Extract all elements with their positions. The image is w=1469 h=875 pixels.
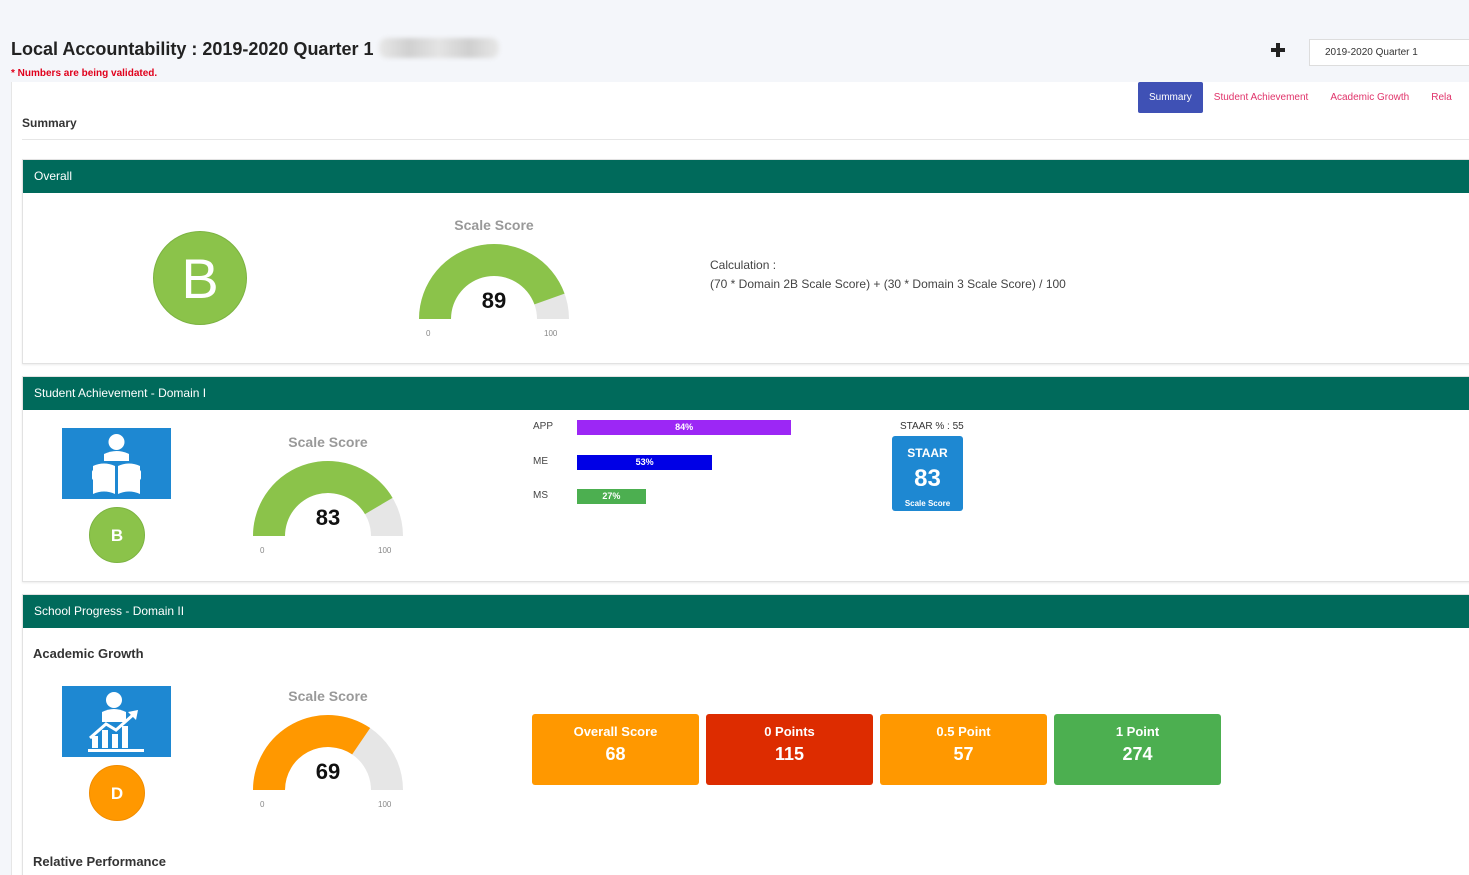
divider (22, 139, 1469, 140)
student-achievement-gauge: Scale Score 83 0 100 (248, 434, 408, 564)
score-box-value: 57 (953, 744, 974, 764)
relative-performance-heading: Relative Performance (33, 854, 166, 869)
calculation-label: Calculation : (710, 258, 777, 272)
gauge-min: 0 (260, 800, 265, 809)
gauge-title: Scale Score (454, 217, 534, 233)
gauge-min: 0 (260, 546, 265, 555)
validation-note: * Numbers are being validated. (11, 68, 158, 79)
bar-label-app: APP (533, 421, 554, 432)
score-box-value: 274 (1122, 744, 1153, 764)
bar-me: 53% (577, 455, 713, 470)
score-box-label: Overall Score (573, 724, 658, 739)
bar-label-ms: MS (533, 490, 548, 501)
gauge-max: 100 (378, 800, 392, 809)
staar-label: STAAR (907, 446, 948, 460)
bar-ms: 27% (577, 489, 646, 504)
zero-points-box: 0 Points 115 (706, 714, 873, 785)
academic-growth-grade-badge: D (89, 765, 145, 821)
gauge-title: Scale Score (288, 688, 368, 704)
gauge-max: 100 (378, 546, 392, 555)
gauge-title: Scale Score (288, 434, 368, 450)
score-box-value: 115 (774, 744, 805, 764)
tab-summary[interactable]: Summary (1138, 82, 1203, 113)
growth-chart-icon (62, 686, 171, 757)
tab-student-achievement[interactable]: Student Achievement (1203, 82, 1320, 113)
score-box-label: 1 Point (1115, 724, 1160, 739)
bar-app: 84% (577, 420, 792, 435)
gauge-value: 69 (315, 759, 341, 784)
page-title: Local Accountability : 2019-2020 Quarter… (11, 38, 500, 60)
academic-growth-gauge: Scale Score 69 0 100 (248, 688, 408, 818)
school-progress-header: School Progress - Domain II (23, 595, 1469, 628)
tab-academic-growth[interactable]: Academic Growth (1319, 82, 1420, 113)
staar-percent: STAAR % : 55 (900, 421, 964, 432)
gauge-value: 89 (481, 288, 507, 313)
tab-bar: Summary Student Achievement Academic Gro… (1138, 82, 1463, 113)
half-point-box: 0.5 Point 57 (880, 714, 1047, 785)
academic-growth-heading: Academic Growth (33, 646, 144, 661)
gauge-value: 83 (315, 505, 341, 530)
staar-score-box: STAAR 83 Scale Score (892, 436, 963, 511)
summary-heading: Summary (22, 116, 77, 130)
plus-icon[interactable] (1266, 38, 1290, 62)
top-bar: Local Accountability : 2019-2020 Quarter… (0, 0, 1469, 82)
page-title-text: Local Accountability : 2019-2020 Quarter… (11, 39, 374, 59)
student-achievement-grade-badge: B (89, 507, 145, 563)
overall-grade-badge: B (153, 231, 247, 325)
overall-gauge: Scale Score 89 0 100 (414, 217, 574, 347)
score-box-label: 0.5 Point (936, 724, 991, 739)
bar-label-me: ME (533, 456, 548, 467)
student-achievement-header: Student Achievement - Domain I (23, 377, 1469, 410)
score-box-value: 68 (605, 744, 626, 764)
gauge-max: 100 (544, 329, 558, 338)
quarter-select[interactable]: 2019-2020 Quarter 1 (1309, 39, 1469, 66)
overall-header: Overall (23, 160, 1469, 193)
reading-student-icon (62, 428, 171, 499)
overall-score-box: Overall Score 68 (532, 714, 699, 785)
student-achievement-card: Student Achievement - Domain I (22, 376, 1469, 582)
one-point-box: 1 Point 274 (1054, 714, 1221, 785)
tab-relative-performance[interactable]: Rela (1420, 82, 1463, 113)
calculation-formula: (70 * Domain 2B Scale Score) + (30 * Dom… (710, 277, 1066, 291)
staar-value: 83 (914, 465, 941, 492)
gauge-min: 0 (426, 329, 431, 338)
score-box-label: 0 Points (764, 724, 815, 739)
redacted-school-name (379, 38, 500, 58)
staar-sub: Scale Score (904, 499, 951, 508)
